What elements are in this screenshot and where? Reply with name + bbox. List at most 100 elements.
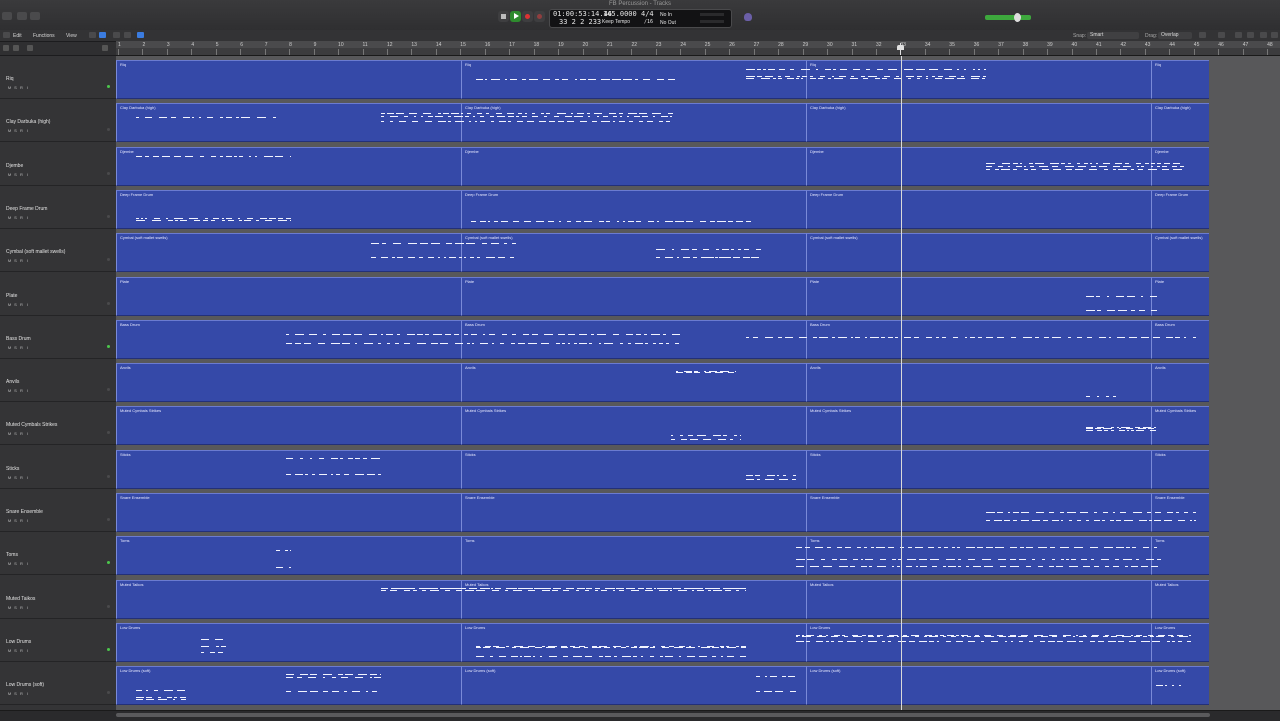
track-header[interactable]: Low Drums M S R I: [0, 619, 116, 662]
midi-region[interactable]: Anvils: [806, 363, 1151, 403]
track-header[interactable]: Cymbal (soft mallet swells) M S R I: [0, 229, 116, 273]
midi-region[interactable]: Muted Taikos: [806, 579, 1151, 619]
record-enable-button[interactable]: R: [19, 85, 24, 90]
solo-button[interactable]: S: [13, 561, 18, 566]
midi-region[interactable]: Muted Cymbals Strikes: [1151, 406, 1209, 446]
lcd-division[interactable]: /16: [644, 19, 653, 25]
track-name[interactable]: Low Drums (soft): [6, 682, 44, 688]
capture-record-button[interactable]: [534, 11, 545, 22]
midi-region[interactable]: Toms: [1151, 536, 1209, 576]
midi-region[interactable]: Low Drums (soft): [116, 666, 461, 706]
midi-region[interactable]: Low Drums (soft): [806, 666, 1151, 706]
input-monitor-button[interactable]: I: [25, 388, 30, 393]
midi-region[interactable]: Anvils: [116, 363, 461, 403]
input-monitor-button[interactable]: I: [25, 85, 30, 90]
track-view-icon[interactable]: [102, 45, 108, 51]
zoom-horizontal-icon[interactable]: [1235, 32, 1242, 38]
record-enable-button[interactable]: R: [19, 518, 24, 523]
track-header[interactable]: Clay Darbuka (high) M S R I: [0, 99, 116, 143]
midi-region[interactable]: Clay Darbuka (high): [1151, 103, 1209, 143]
midi-region[interactable]: Cymbal (soft mallet swells): [116, 233, 461, 273]
midi-region[interactable]: Sticks: [461, 449, 806, 489]
track-header[interactable]: Toms M S R I: [0, 532, 116, 576]
track-lane[interactable]: Muted Taikos Muted Taikos Muted Taikos Mute…: [116, 576, 1280, 619]
track-name[interactable]: Toms: [6, 552, 18, 558]
track-name[interactable]: Cymbal (soft mallet swells): [6, 249, 65, 255]
midi-region[interactable]: Toms: [461, 536, 806, 576]
input-monitor-button[interactable]: I: [25, 691, 30, 696]
record-enable-button[interactable]: R: [19, 388, 24, 393]
toolbar-toggle-icon[interactable]: [30, 12, 40, 20]
track-lane[interactable]: Clay Darbuka (high) Clay Darbuka (high) Cl…: [116, 99, 1280, 143]
track-name[interactable]: Djembe: [6, 163, 23, 169]
master-volume-slider[interactable]: [985, 13, 1031, 22]
midi-region[interactable]: Plate: [1151, 276, 1209, 316]
arrange-area[interactable]: Riq Riq Riq Riq Clay Darbuka (high) Clay Darb…: [116, 56, 1280, 710]
add-track-icon[interactable]: [3, 45, 9, 51]
track-header[interactable]: Snare Ensemble M S R I: [0, 489, 116, 532]
edit-menu[interactable]: Edit: [13, 33, 22, 39]
midi-region[interactable]: Riq: [1151, 60, 1209, 99]
input-monitor-button[interactable]: I: [25, 258, 30, 263]
midi-region[interactable]: Low Drums: [116, 622, 461, 662]
solo-button[interactable]: S: [13, 258, 18, 263]
input-monitor-button[interactable]: I: [25, 431, 30, 436]
lcd-tempo[interactable]: 145.0000: [603, 10, 637, 18]
midi-region[interactable]: Cymbal (soft mallet swells): [461, 233, 806, 273]
inspector-icon[interactable]: [17, 12, 27, 20]
record-enable-button[interactable]: R: [19, 345, 24, 350]
midi-region[interactable]: Riq: [116, 60, 461, 99]
track-lane[interactable]: Snare Ensemble Snare Ensemble Snare Ensemb…: [116, 489, 1280, 532]
solo-button[interactable]: S: [13, 431, 18, 436]
play-button[interactable]: [510, 11, 521, 22]
record-enable-button[interactable]: R: [19, 258, 24, 263]
input-monitor-button[interactable]: I: [25, 302, 30, 307]
track-lane[interactable]: Muted Cymbals Strikes Muted Cymbals Strik…: [116, 402, 1280, 446]
record-enable-button[interactable]: R: [19, 475, 24, 480]
mute-button[interactable]: M: [7, 561, 12, 566]
midi-region[interactable]: Plate: [116, 276, 461, 316]
input-monitor-button[interactable]: I: [25, 561, 30, 566]
midi-region[interactable]: Sticks: [806, 449, 1151, 489]
track-header[interactable]: Muted Cymbals Strikes M S R I: [0, 402, 116, 446]
record-enable-button[interactable]: R: [19, 128, 24, 133]
track-header[interactable]: Deep Frame Drum M S R I: [0, 186, 116, 229]
drag-select[interactable]: Overlap: [1158, 32, 1192, 39]
midi-region[interactable]: Djembe: [461, 146, 806, 186]
track-lane[interactable]: Sticks Sticks Sticks Sticks: [116, 446, 1280, 489]
mute-button[interactable]: M: [7, 302, 12, 307]
track-header[interactable]: Muted Taikos M S R I: [0, 576, 116, 619]
stop-button[interactable]: [498, 11, 509, 22]
midi-region[interactable]: Clay Darbuka (high): [806, 103, 1151, 143]
zoom-out-icon[interactable]: [1271, 32, 1278, 38]
automation-icon[interactable]: [113, 32, 120, 38]
midi-region[interactable]: Low Drums: [806, 622, 1151, 662]
track-name[interactable]: Plate: [6, 293, 17, 299]
track-lane[interactable]: Cymbal (soft mallet swells) Cymbal (soft …: [116, 229, 1280, 273]
mute-button[interactable]: M: [7, 128, 12, 133]
midi-region[interactable]: Muted Taikos: [461, 579, 806, 619]
midi-region[interactable]: Cymbal (soft mallet swells): [1151, 233, 1209, 273]
mute-button[interactable]: M: [7, 648, 12, 653]
track-name[interactable]: Clay Darbuka (high): [6, 119, 50, 125]
track-lane[interactable]: Toms Toms Toms Toms: [116, 532, 1280, 576]
track-lane[interactable]: Plate Plate Plate Plate: [116, 273, 1280, 316]
horizontal-scrollbar[interactable]: [116, 713, 1210, 717]
track-lane[interactable]: Anvils Anvils Anvils Anvils: [116, 359, 1280, 403]
midi-region[interactable]: Muted Taikos: [116, 579, 461, 619]
zoom-vertical-icon[interactable]: [1218, 32, 1225, 38]
track-lane[interactable]: Low Drums Low Drums Low Drums Low Drums: [116, 619, 1280, 662]
global-solo-icon[interactable]: [27, 45, 33, 51]
input-monitor-button[interactable]: I: [25, 172, 30, 177]
midi-region[interactable]: Low Drums: [1151, 622, 1209, 662]
midi-region[interactable]: Muted Cymbals Strikes: [461, 406, 806, 446]
lcd-signature[interactable]: 4/4: [641, 10, 654, 18]
input-monitor-button[interactable]: I: [25, 518, 30, 523]
waveform-zoom-icon[interactable]: [1199, 32, 1206, 38]
bar-ruler[interactable]: 1 2 3 4 5 6 7 8 9 10 11 12 13 14 15 16 17 18 19 20 21 22 23 24 2…: [116, 41, 1280, 56]
snap-select[interactable]: Smart: [1087, 32, 1139, 39]
duplicate-track-icon[interactable]: [13, 45, 19, 51]
midi-region[interactable]: Djembe: [116, 146, 461, 186]
mute-button[interactable]: M: [7, 258, 12, 263]
track-header[interactable]: Djembe M S R I: [0, 143, 116, 186]
